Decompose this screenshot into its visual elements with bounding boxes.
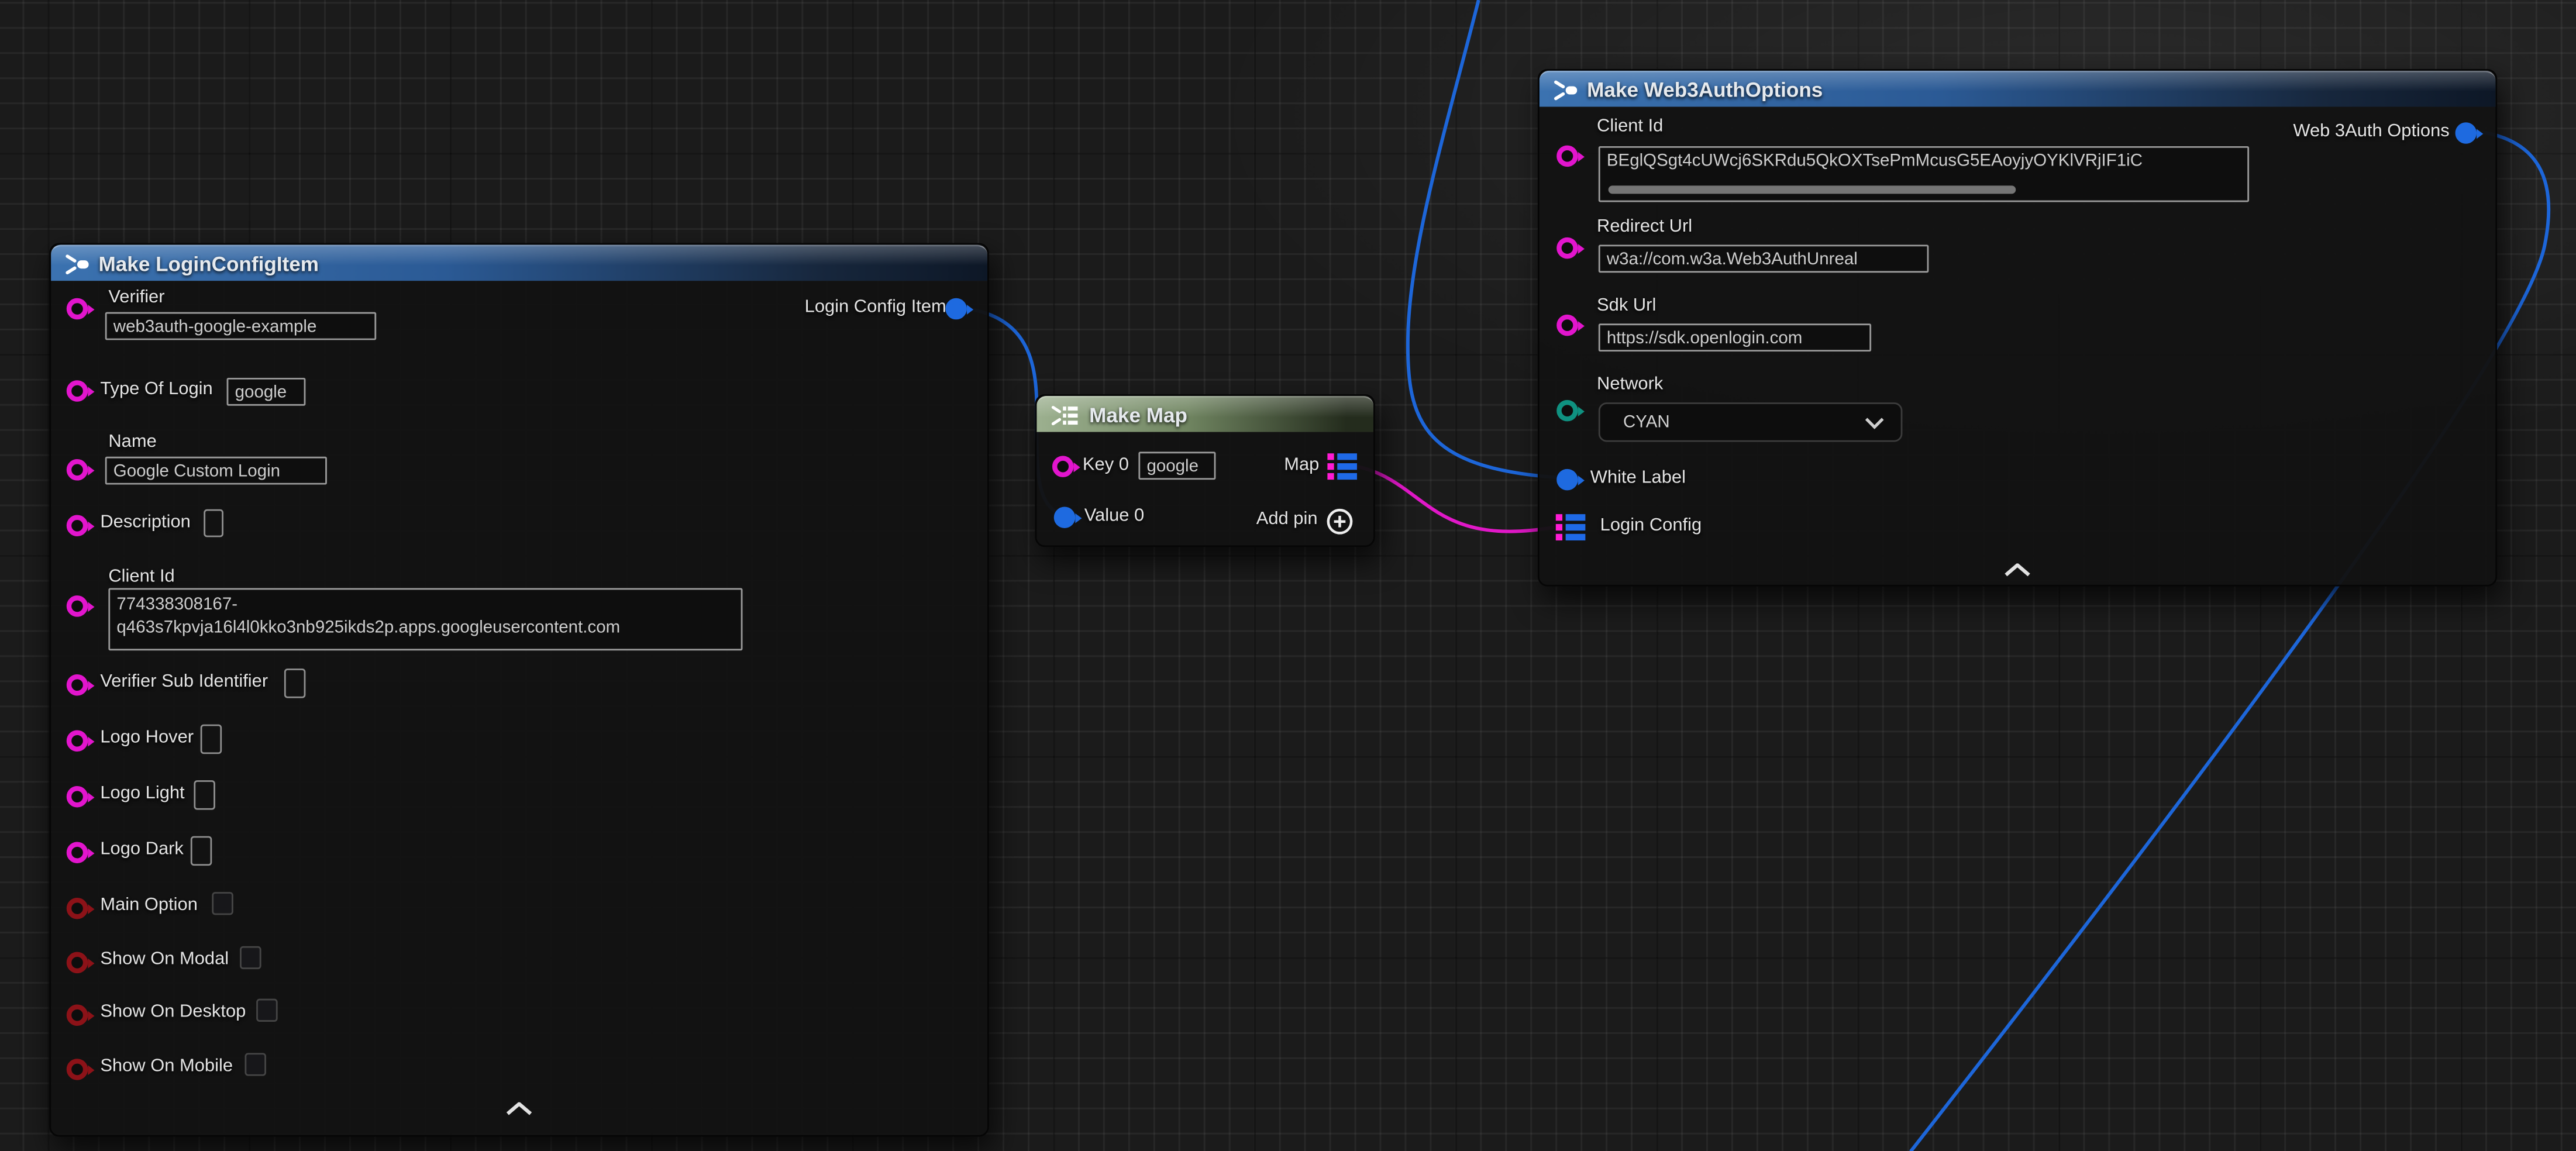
type-of-login-label: Type Of Login — [100, 380, 212, 399]
node-make-loginconfigitem[interactable]: Make LoginConfigItem Login Config Item V… — [49, 243, 989, 1137]
node-header[interactable]: Make LoginConfigItem — [51, 244, 987, 281]
client-id-input[interactable]: BEglQSgt4cUWcj6SKRdu5QkOXTsePmMcusG5EAoy… — [1599, 146, 2249, 202]
main-option-checkbox[interactable] — [212, 892, 233, 915]
logo-hover-input[interactable] — [201, 725, 222, 754]
pin-value-0[interactable] — [1054, 506, 1076, 528]
pin-sdk-url[interactable] — [1556, 315, 1578, 336]
pin-web3auth-options-output[interactable] — [2456, 122, 2477, 144]
name-label: Name — [108, 432, 156, 452]
map-output-label: Map — [1284, 455, 1319, 475]
key-0-label: Key 0 — [1083, 455, 1129, 475]
show-on-desktop-label: Show On Desktop — [100, 1002, 246, 1022]
name-input[interactable]: Google Custom Login — [105, 457, 327, 485]
node-header[interactable]: Make Web3AuthOptions — [1540, 71, 2496, 107]
sdk-url-label: Sdk Url — [1597, 296, 1656, 316]
pin-description[interactable] — [67, 515, 88, 537]
show-on-mobile-label: Show On Mobile — [100, 1056, 233, 1076]
make-struct-icon — [1552, 78, 1577, 101]
client-id-label: Client Id — [108, 567, 174, 587]
node-title: Make Web3AuthOptions — [1587, 78, 1823, 101]
network-label: Network — [1597, 374, 1663, 394]
show-on-modal-label: Show On Modal — [100, 949, 229, 969]
pin-client-id[interactable] — [67, 595, 88, 617]
network-dropdown[interactable]: CYAN — [1599, 402, 1903, 442]
logo-dark-label: Logo Dark — [100, 839, 184, 859]
blueprint-graph[interactable]: Make LoginConfigItem Login Config Item V… — [0, 0, 2576, 1151]
verifier-sub-identifier-label: Verifier Sub Identifier — [100, 672, 268, 692]
pin-network[interactable] — [1556, 400, 1578, 422]
node-title: Make LoginConfigItem — [99, 252, 319, 275]
pin-logo-hover[interactable] — [67, 730, 88, 752]
verifier-sub-identifier-input[interactable] — [284, 668, 306, 698]
make-map-icon — [1050, 404, 1080, 426]
type-of-login-input[interactable]: google — [227, 378, 306, 406]
add-pin-icon[interactable] — [1326, 508, 1354, 536]
main-option-label: Main Option — [100, 895, 198, 915]
show-on-modal-checkbox[interactable] — [240, 946, 261, 969]
node-make-web3authoptions[interactable]: Make Web3AuthOptions Web 3Auth Options C… — [1538, 69, 2497, 587]
pin-show-on-mobile[interactable] — [67, 1059, 88, 1080]
client-id-input[interactable]: 774338308167-q463s7kpvja16l4l0kko3nb925i… — [108, 588, 742, 651]
redirect-url-label: Redirect Url — [1597, 217, 1692, 237]
output-label: Login Config Item — [805, 297, 946, 317]
collapse-node-chevron-icon[interactable] — [506, 1102, 532, 1115]
pin-white-label[interactable] — [1556, 469, 1578, 491]
network-selected-value: CYAN — [1623, 412, 1670, 432]
sdk-url-input[interactable]: https://sdk.openlogin.com — [1599, 323, 1871, 351]
pin-show-on-desktop[interactable] — [67, 1005, 88, 1026]
value-0-label: Value 0 — [1084, 506, 1145, 526]
description-label: Description — [100, 512, 191, 532]
pin-logo-dark[interactable] — [67, 842, 88, 863]
logo-hover-label: Logo Hover — [100, 728, 194, 747]
pin-login-config-item-output[interactable] — [945, 298, 967, 320]
node-header[interactable]: Make Map — [1036, 396, 1373, 432]
pin-type-of-login[interactable] — [67, 380, 88, 402]
description-input[interactable] — [204, 509, 223, 537]
output-label: Web 3Auth Options — [2293, 122, 2449, 142]
key-0-input[interactable]: google — [1138, 452, 1215, 480]
client-id-scrollbar[interactable] — [1609, 185, 2016, 194]
verifier-input[interactable]: web3auth-google-example — [105, 312, 376, 340]
pin-verifier[interactable] — [67, 298, 88, 320]
client-id-label: Client Id — [1597, 116, 1663, 136]
make-struct-icon — [64, 252, 89, 275]
pin-map-output[interactable] — [1327, 453, 1357, 480]
pin-name[interactable] — [67, 459, 88, 481]
white-label-label: White Label — [1590, 468, 1686, 488]
node-make-map[interactable]: Make Map Key 0 google Map Value 0 Add pi… — [1035, 394, 1375, 547]
logo-light-input[interactable] — [194, 780, 215, 810]
pin-key-0[interactable] — [1052, 456, 1074, 477]
show-on-desktop-checkbox[interactable] — [256, 999, 278, 1022]
chevron-down-icon — [1865, 417, 1885, 430]
pin-logo-light[interactable] — [67, 786, 88, 808]
wire-map-to-loginconfig[interactable] — [1357, 467, 1554, 532]
logo-light-label: Logo Light — [100, 784, 184, 804]
redirect-url-input[interactable]: w3a://com.w3a.Web3AuthUnreal — [1599, 244, 1929, 273]
pin-login-config[interactable] — [1556, 514, 1586, 540]
collapse-node-chevron-icon[interactable] — [2005, 563, 2031, 576]
pin-redirect-url[interactable] — [1556, 237, 1578, 259]
show-on-mobile-checkbox[interactable] — [244, 1053, 266, 1076]
client-id-value: BEglQSgt4cUWcj6SKRdu5QkOXTsePmMcusG5EAoy… — [1607, 151, 2143, 171]
login-config-label: Login Config — [1600, 516, 1702, 536]
add-pin-label[interactable]: Add pin — [1256, 509, 1318, 529]
verifier-label: Verifier — [108, 288, 164, 308]
pin-verifier-sub-identifier[interactable] — [67, 674, 88, 696]
node-title: Make Map — [1089, 404, 1187, 426]
pin-client-id[interactable] — [1556, 146, 1578, 167]
pin-main-option[interactable] — [67, 898, 88, 919]
pin-show-on-modal[interactable] — [67, 952, 88, 974]
logo-dark-input[interactable] — [191, 836, 212, 866]
